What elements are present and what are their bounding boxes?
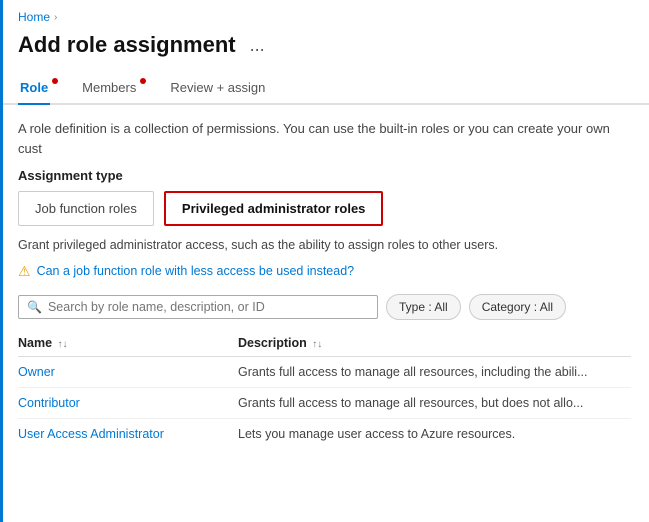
grant-text: Grant privileged administrator access, s… <box>18 236 631 255</box>
privileged-admin-roles-button[interactable]: Privileged administrator roles <box>164 191 384 226</box>
search-icon: 🔍 <box>27 300 42 314</box>
description-sort-icon[interactable]: ↑↓ <box>312 339 322 350</box>
table-header: Name ↑↓ Description ↑↓ <box>18 330 631 357</box>
tab-members-label: Members <box>82 80 136 95</box>
job-function-roles-button[interactable]: Job function roles <box>18 191 154 226</box>
type-filter-button[interactable]: Type : All <box>386 294 461 320</box>
tab-role[interactable]: Role <box>18 72 50 105</box>
table-row: Contributor Grants full access to manage… <box>18 388 631 419</box>
warning-link[interactable]: Can a job function role with less access… <box>37 264 355 278</box>
search-filter-row: 🔍 Type : All Category : All <box>18 294 631 320</box>
tabs-row: Role Members Review + assign <box>0 72 649 105</box>
tab-role-label: Role <box>20 80 48 95</box>
role-contributor-link[interactable]: Contributor <box>18 396 238 410</box>
warning-icon: ⚠ <box>18 263 31 280</box>
column-name-header: Name ↑↓ <box>18 336 238 350</box>
role-owner-description: Grants full access to manage all resourc… <box>238 365 631 379</box>
role-contributor-description: Grants full access to manage all resourc… <box>238 396 631 410</box>
role-owner-link[interactable]: Owner <box>18 365 238 379</box>
tab-members[interactable]: Members <box>80 72 138 105</box>
role-user-access-admin-description: Lets you manage user access to Azure res… <box>238 427 631 441</box>
category-filter-button[interactable]: Category : All <box>469 294 566 320</box>
tab-role-dot <box>52 78 58 84</box>
page-title: Add role assignment <box>18 32 236 58</box>
breadcrumb-home[interactable]: Home <box>18 10 50 24</box>
tab-members-dot <box>140 78 146 84</box>
warning-row: ⚠ Can a job function role with less acce… <box>18 263 631 280</box>
content-area: A role definition is a collection of per… <box>0 105 649 449</box>
search-box: 🔍 <box>18 295 378 319</box>
breadcrumb: Home › <box>0 0 649 28</box>
tab-review[interactable]: Review + assign <box>168 72 267 105</box>
page-title-row: Add role assignment ... <box>0 28 649 72</box>
column-description-header: Description ↑↓ <box>238 336 631 350</box>
table-row: User Access Administrator Lets you manag… <box>18 419 631 449</box>
table-row: Owner Grants full access to manage all r… <box>18 357 631 388</box>
breadcrumb-chevron: › <box>54 12 57 23</box>
ellipsis-button[interactable]: ... <box>246 36 269 54</box>
search-input[interactable] <box>48 300 369 314</box>
role-user-access-admin-link[interactable]: User Access Administrator <box>18 427 238 441</box>
tab-review-label: Review + assign <box>170 80 265 95</box>
left-accent-bar <box>0 0 3 522</box>
description-text: A role definition is a collection of per… <box>18 119 631 158</box>
role-type-row: Job function roles Privileged administra… <box>18 191 631 226</box>
assignment-type-label: Assignment type <box>18 168 631 183</box>
name-sort-icon[interactable]: ↑↓ <box>58 339 68 350</box>
